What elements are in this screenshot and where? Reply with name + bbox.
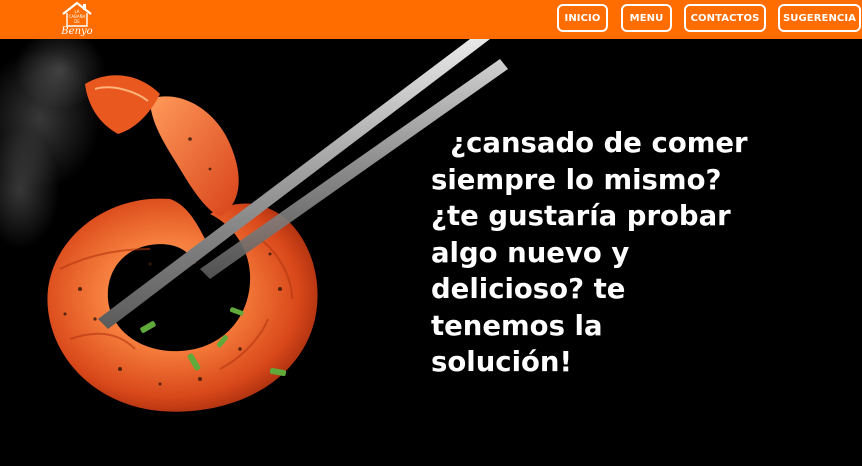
logo-line-3: DE xyxy=(74,19,80,24)
nav-menu-button[interactable]: MENU xyxy=(621,4,672,32)
headline-line-5: delicioso? te xyxy=(431,273,626,305)
headline-line-7: solución! xyxy=(431,346,573,378)
top-navbar: LA CABAÑA DE Benyo INICIO MENU CONTACTOS… xyxy=(0,0,862,39)
nav-inicio-button[interactable]: INICIO xyxy=(557,4,608,32)
headline-line-3: ¿te gustaría probar xyxy=(431,200,731,232)
headline-line-4: algo nuevo y xyxy=(431,236,630,269)
logo-script-name: Benyo xyxy=(61,26,93,37)
headline-line-1: ¿cansado de comer xyxy=(431,127,748,159)
hero-headline: ¿cansado de comer siempre lo mismo? ¿te … xyxy=(431,125,771,381)
nav-contactos-button[interactable]: CONTACTOS xyxy=(684,4,766,32)
nav-sugerencia-button[interactable]: SUGERENCIA xyxy=(778,4,861,32)
headline-line-2: siempre lo mismo? xyxy=(431,163,722,196)
hero-section: ¿cansado de comer siempre lo mismo? ¿te … xyxy=(0,39,862,466)
brand-logo[interactable]: LA CABAÑA DE Benyo xyxy=(55,0,99,38)
headline-line-6: tenemos la xyxy=(431,309,603,342)
